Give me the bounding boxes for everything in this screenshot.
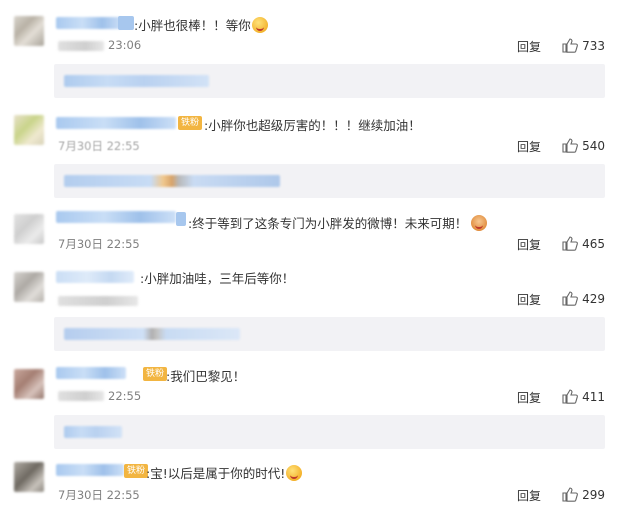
thumbs-up-icon (562, 38, 578, 53)
fan-badge (176, 212, 186, 226)
like-button[interactable]: 465 (562, 236, 605, 251)
thumbs-up-icon (562, 236, 578, 251)
avatar[interactable] (14, 214, 44, 244)
comment-text-content: :小胖加油哇，三年后等你！ (140, 271, 295, 286)
sub-reply-blurred (64, 175, 280, 187)
username-blurred[interactable] (56, 117, 176, 129)
comment-text-content: :我们巴黎见！ (166, 369, 246, 384)
avatar[interactable] (14, 272, 44, 302)
username-blurred[interactable] (56, 17, 122, 29)
sub-reply-box[interactable] (54, 164, 605, 198)
like-count: 465 (582, 236, 605, 251)
comment-time: 7月30日 22:55 (58, 237, 140, 251)
steamed-bun-emoji-icon (471, 215, 488, 231)
date-blurred (58, 41, 104, 51)
comment-time: 22:55 (108, 389, 142, 403)
comment-time: 7月30日 22:55 (58, 488, 140, 502)
sub-reply-box[interactable] (54, 64, 605, 98)
thumbs-up-icon (562, 138, 578, 153)
avatar[interactable] (14, 369, 44, 399)
username-blurred[interactable] (56, 211, 176, 223)
like-count: 429 (582, 291, 605, 306)
comment-text: :小胖也很棒！！等你 (134, 15, 268, 34)
thumbs-up-icon (562, 291, 578, 306)
avatar[interactable] (14, 462, 44, 492)
date-blurred (58, 391, 104, 401)
comment-item: :终于等到了这条专门为小胖发的微博！未来可期！ 7月30日 22:55 回复 4… (0, 200, 619, 260)
kiss-emoji-icon (286, 465, 303, 481)
comment-item: 铁粉 :宝!以后是属于你的时代! 7月30日 22:55 回复 299 (0, 455, 619, 515)
crying-laugh-emoji-icon (251, 17, 268, 33)
sub-reply-box[interactable] (54, 415, 605, 449)
like-button[interactable]: 429 (562, 291, 605, 306)
thumbs-up-icon (562, 487, 578, 502)
comment-item: 铁粉 :我们巴黎见！ 22:55 回复 411 (0, 355, 619, 455)
reply-button[interactable]: 回复 (517, 487, 541, 504)
reply-button[interactable]: 回复 (517, 389, 541, 406)
sub-reply-blurred (64, 426, 122, 438)
comment-text-content: :小胖也很棒！！等你 (134, 18, 251, 33)
thumbs-up-icon (562, 389, 578, 404)
avatar[interactable] (14, 16, 44, 46)
comment-item: :小胖加油哇，三年后等你！ 回复 429 (0, 260, 619, 355)
username-blurred[interactable] (56, 367, 126, 379)
like-count: 299 (582, 487, 605, 502)
comment-time: 7月30日 22:55 (58, 139, 140, 153)
like-count: 411 (582, 389, 605, 404)
fan-badge: 铁粉 (143, 367, 168, 381)
comment-item: :小胖也很棒！！等你 23:06 回复 733 (0, 0, 619, 100)
fan-badge: 铁粉 (124, 464, 149, 478)
reply-button[interactable]: 回复 (517, 291, 541, 308)
reply-button[interactable]: 回复 (517, 236, 541, 253)
comment-text: :小胖加油哇，三年后等你！ (140, 268, 294, 287)
username-blurred[interactable] (56, 464, 124, 476)
fan-badge (118, 16, 134, 30)
avatar[interactable] (14, 115, 44, 145)
sub-reply-blurred (64, 75, 209, 87)
like-button[interactable]: 411 (562, 389, 605, 404)
comment-text: :小胖你也超级厉害的！！！继续加油！ (204, 115, 421, 134)
comment-text: :终于等到了这条专门为小胖发的微博！未来可期！ (188, 213, 488, 232)
comment-time: 23:06 (108, 38, 142, 52)
like-count: 540 (582, 138, 605, 153)
like-button[interactable]: 733 (562, 38, 605, 53)
fan-badge: 铁粉 (178, 116, 203, 130)
date-blurred (58, 296, 138, 306)
comment-item: 铁粉 :小胖你也超级厉害的！！！继续加油！ 7月30日 22:55 回复 540 (0, 100, 619, 200)
reply-button[interactable]: 回复 (517, 138, 541, 155)
comment-text-content: :宝!以后是属于你的时代! (146, 466, 286, 481)
sub-reply-blurred (64, 328, 240, 340)
comment-text: :宝!以后是属于你的时代! (146, 463, 303, 482)
comment-text: :我们巴黎见！ (166, 366, 245, 385)
username-blurred[interactable] (56, 271, 134, 283)
like-button[interactable]: 299 (562, 487, 605, 502)
like-count: 733 (582, 38, 605, 53)
comment-text-content: :小胖你也超级厉害的！！！继续加油！ (204, 118, 421, 133)
reply-button[interactable]: 回复 (517, 38, 541, 55)
like-button[interactable]: 540 (562, 138, 605, 153)
comment-text-content: :终于等到了这条专门为小胖发的微博！未来可期！ (188, 216, 468, 231)
sub-reply-box[interactable] (54, 317, 605, 351)
